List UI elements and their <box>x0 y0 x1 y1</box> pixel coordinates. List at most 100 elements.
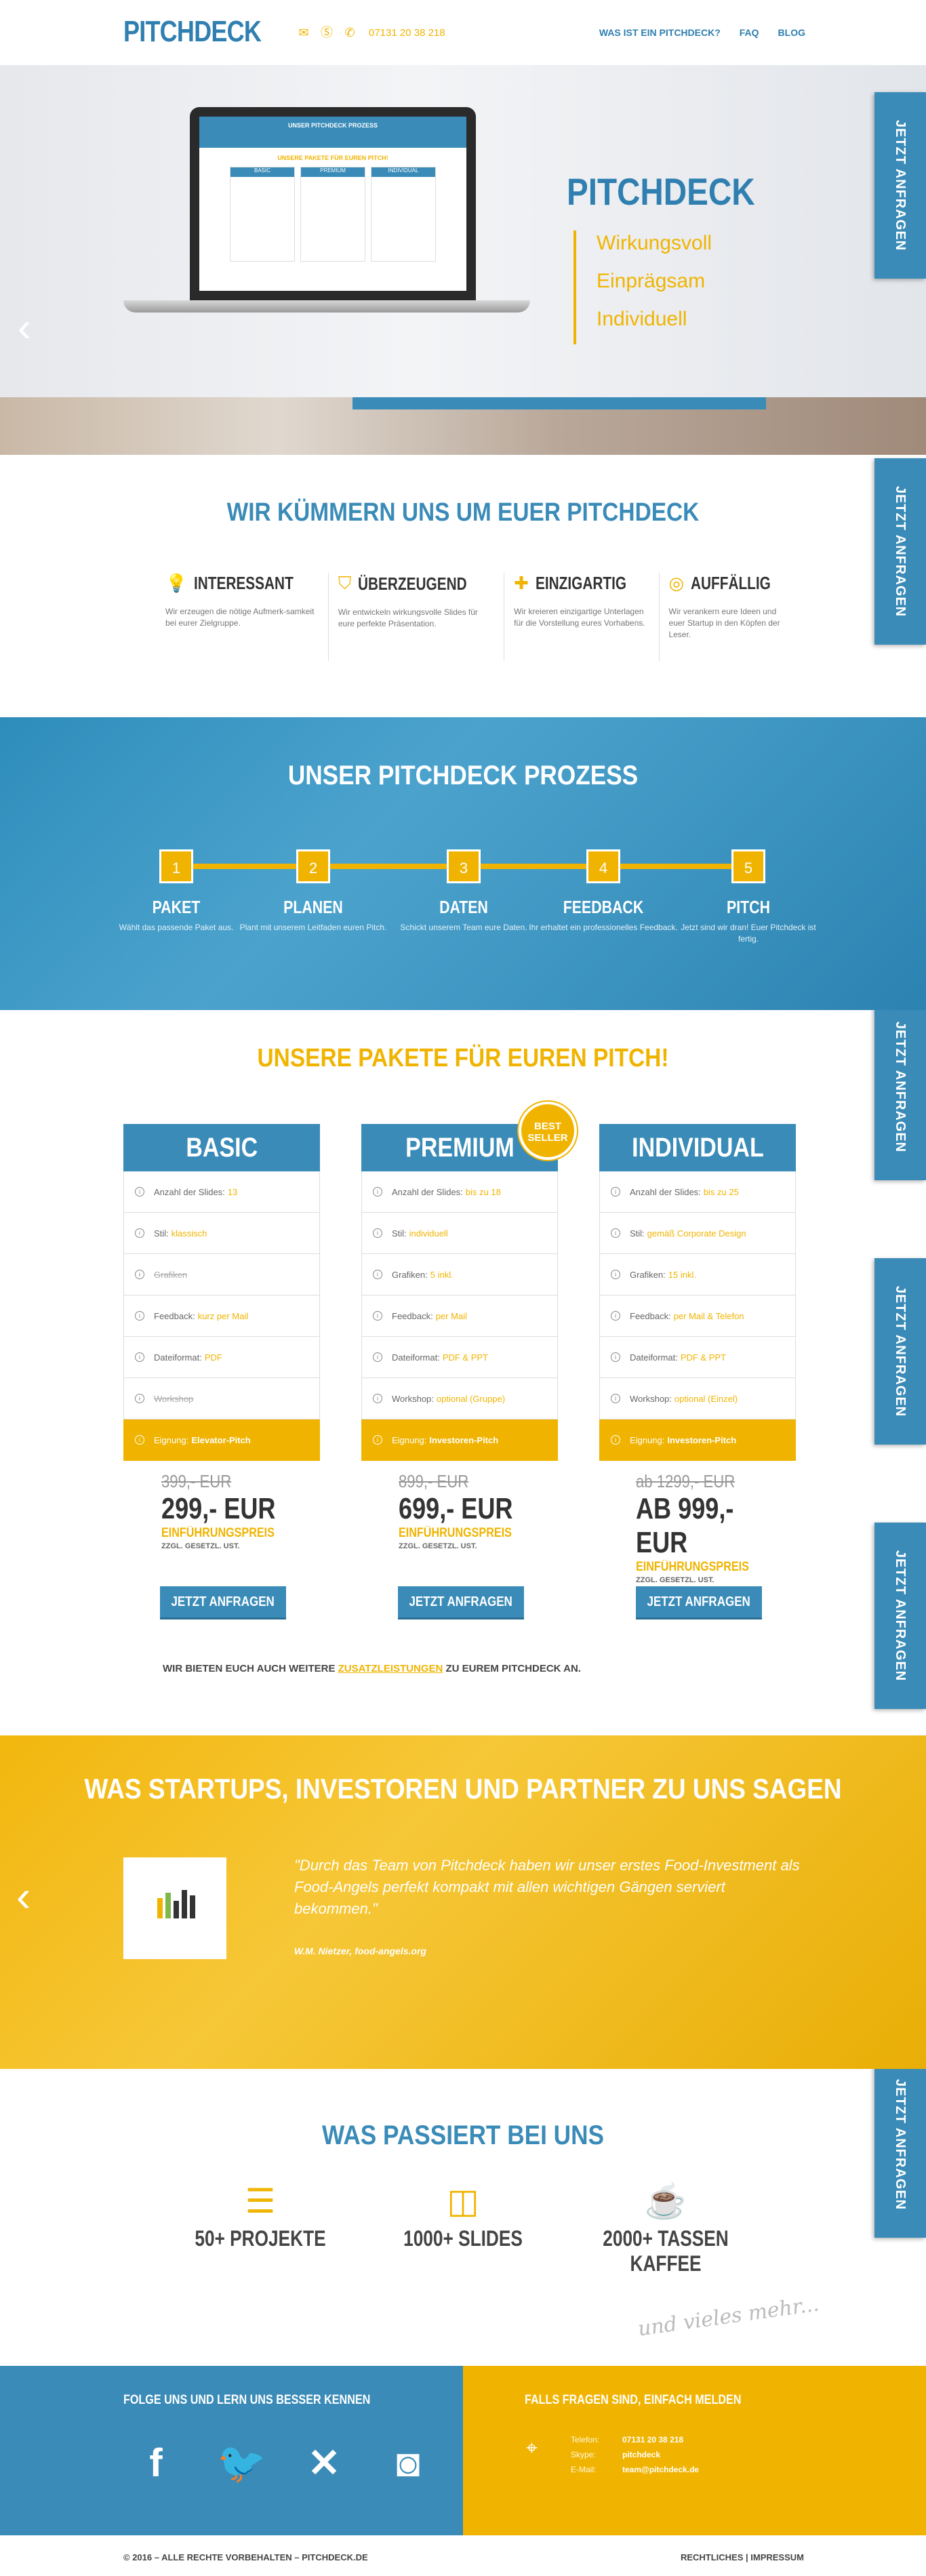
best-seller-badge: BEST SELLER <box>519 1102 577 1160</box>
plan-row: i Workshop: optional (Gruppe) <box>361 1378 558 1420</box>
info-icon: i <box>373 1311 382 1321</box>
info-icon: i <box>135 1311 144 1321</box>
row-value: per Mail & Telefon <box>673 1310 744 1321</box>
info-icon: i <box>135 1435 144 1445</box>
hero-item: Individuell <box>597 308 687 330</box>
contact-list: Telefon: 07131 20 38 218 Skype: pitchdeck … <box>571 2435 699 2480</box>
row-value: PDF & PPT <box>680 1352 726 1363</box>
stat-label: 2000+ TASSEN KAFFEE <box>603 2226 729 2276</box>
side-cta-button[interactable]: JETZT ANFRAGEN <box>874 994 926 1180</box>
nav-blog[interactable]: BLOG <box>778 27 805 38</box>
contact-key: Skype: <box>571 2450 596 2459</box>
row-value: bis zu 18 <box>465 1186 501 1197</box>
facebook-icon[interactable]: f <box>133 2440 179 2487</box>
row-value: gemäß Corporate Design <box>647 1228 746 1239</box>
row-label: Feedback: <box>630 1310 671 1321</box>
row-value: kurz per Mail <box>197 1310 249 1321</box>
row-label: Anzahl der Slides: <box>392 1186 463 1197</box>
contact-skype[interactable]: pitchdeck <box>622 2450 660 2459</box>
step-text: Schickt unserem Team eure Daten. <box>400 923 527 932</box>
testimonial-prev-arrow[interactable]: ‹ <box>16 1871 31 1921</box>
plan-row: i Dateiformat: PDF & PPT <box>361 1337 558 1378</box>
side-cta-button[interactable]: JETZT ANFRAGEN <box>874 1258 926 1445</box>
lightbulb-icon: 💡 <box>165 573 188 593</box>
current-price: AB 999,- EUR <box>636 1492 734 1559</box>
slider-prev-arrow[interactable]: ‹ <box>18 304 31 350</box>
current-price: 299,- EUR <box>161 1492 276 1525</box>
contact-phone[interactable]: 07131 20 38 218 <box>622 2435 683 2444</box>
side-cta-label: JETZT ANFRAGEN <box>893 119 908 251</box>
extra-services-note: WIR BIETEN EUCH AUCH WEITERE ZUSATZLEIST… <box>163 1663 581 1674</box>
row-value: bis zu 25 <box>703 1186 739 1197</box>
plan-row: i Dateiformat: PDF <box>123 1337 320 1378</box>
row-label: Workshop: <box>392 1393 434 1404</box>
step-text: Jetzt sind wir dran! Euer Pitchdeck ist … <box>681 923 816 944</box>
xing-icon[interactable]: ✕ <box>301 2440 347 2487</box>
feature-item: ✚ EINZIGARTIG Wir kreieren einzigartige U… <box>504 573 660 661</box>
site-logo[interactable]: PITCHDECK <box>123 15 262 49</box>
contact-key: E-Mail: <box>571 2465 597 2474</box>
info-icon: i <box>611 1187 620 1196</box>
step-number: 2 <box>296 849 330 883</box>
plan-suitability: i Eignung: Investoren-Pitch <box>361 1420 558 1461</box>
laptop-mockup: UNSER PITCHDECK PROZESS UNSERE PAKETE FÜ… <box>123 107 530 331</box>
legal-links[interactable]: RECHTLICHES | IMPRESSUM <box>681 2552 804 2562</box>
info-icon: i <box>373 1228 382 1238</box>
request-basic-button[interactable]: JETZT ANFRAGEN <box>160 1586 286 1617</box>
row-label: Stil: <box>392 1228 407 1239</box>
nav-was-ist-ein-pitchdeck[interactable]: WAS IST EIN PITCHDECK? <box>599 27 721 38</box>
target-icon: ◎ <box>668 573 685 593</box>
skype-icon[interactable]: Ⓢ <box>320 26 334 39</box>
plan-name-text: PREMIUM <box>405 1133 515 1163</box>
extra-services-link[interactable]: ZUSATZLEISTUNGEN <box>338 1663 443 1674</box>
header-contact-icons: ✉ Ⓢ ✆ 07131 20 38 218 <box>297 26 445 39</box>
side-cta-button[interactable]: JETZT ANFRAGEN <box>874 2051 926 2238</box>
puzzle-icon: ✚ <box>514 573 529 593</box>
header-phone[interactable]: 07131 20 38 218 <box>369 27 445 39</box>
plan-name: BASIC <box>123 1124 320 1171</box>
price-block: 399,- EUR 299,- EUR EINFÜHRUNGSPREIS ZZG… <box>161 1471 324 1550</box>
info-icon: i <box>135 1187 144 1196</box>
side-cta-label: JETZT ANFRAGEN <box>893 1285 908 1417</box>
book-icon: ◫ <box>447 2182 479 2220</box>
side-cta-button[interactable]: JETZT ANFRAGEN <box>874 1523 926 1709</box>
extra-text: ZU EUREM PITCHDECK AN. <box>445 1663 581 1674</box>
feature-title: ÜBERZEUGEND <box>358 573 467 594</box>
twitter-icon[interactable]: 🐦 <box>217 2440 266 2487</box>
contact-email[interactable]: team@pitchdeck.de <box>622 2465 699 2474</box>
row-label: Dateiformat: <box>630 1352 678 1363</box>
price-block: ab 1299,- EUR AB 999,- EUR EINFÜHRUNGSPR… <box>636 1471 799 1584</box>
phone-icon: ✆ <box>344 26 355 39</box>
side-cta-button[interactable]: JETZT ANFRAGEN <box>874 458 926 645</box>
row-value: klassisch <box>171 1228 207 1239</box>
intro-price-label: EINFÜHRUNGSPREIS <box>399 1526 512 1540</box>
price-block: 899,- EUR 699,- EUR EINFÜHRUNGSPREIS ZZG… <box>399 1471 561 1550</box>
side-cta-label: JETZT ANFRAGEN <box>893 2078 908 2211</box>
testimonial-author: W.M. Nietzer, food-angels.org <box>294 1946 426 1956</box>
request-individual-button[interactable]: JETZT ANFRAGEN <box>636 1586 762 1617</box>
plan-row: i Stil: individuell <box>361 1213 558 1254</box>
instagram-icon[interactable]: ◙ <box>385 2440 431 2487</box>
old-price: 399,- EUR <box>161 1471 232 1491</box>
pricing-title: UNSERE PAKETE FÜR EUREN PITCH! <box>257 1044 669 1072</box>
side-cta-button[interactable]: JETZT ANFRAGEN <box>874 92 926 279</box>
stat-label: 50+ PROJEKTE <box>195 2226 326 2251</box>
mail-icon[interactable]: ✉ <box>297 26 310 39</box>
client-logo <box>123 1857 226 1959</box>
info-icon: i <box>135 1270 144 1279</box>
nav-faq[interactable]: FAQ <box>740 27 759 38</box>
plan-row: i Feedback: kurz per Mail <box>123 1295 320 1337</box>
button-label: JETZT ANFRAGEN <box>409 1594 513 1609</box>
request-premium-button[interactable]: JETZT ANFRAGEN <box>398 1586 524 1617</box>
tax-note: ZZGL. GESETZL. UST. <box>636 1576 714 1584</box>
row-value: PDF <box>204 1352 222 1363</box>
row-label: Grafiken: <box>630 1269 666 1280</box>
plan-row: i Stil: gemäß Corporate Design <box>599 1213 796 1254</box>
plan-row: i Grafiken: 5 inkl. <box>361 1254 558 1295</box>
old-price: 899,- EUR <box>399 1471 469 1491</box>
info-icon: i <box>611 1270 620 1279</box>
feature-text: Wir erzeugen die nötige Aufmerk-samkeit … <box>165 607 315 628</box>
step-title: PLANEN <box>283 897 343 917</box>
mockup-col: PREMIUM <box>301 167 365 177</box>
row-value: 13 <box>227 1186 238 1197</box>
